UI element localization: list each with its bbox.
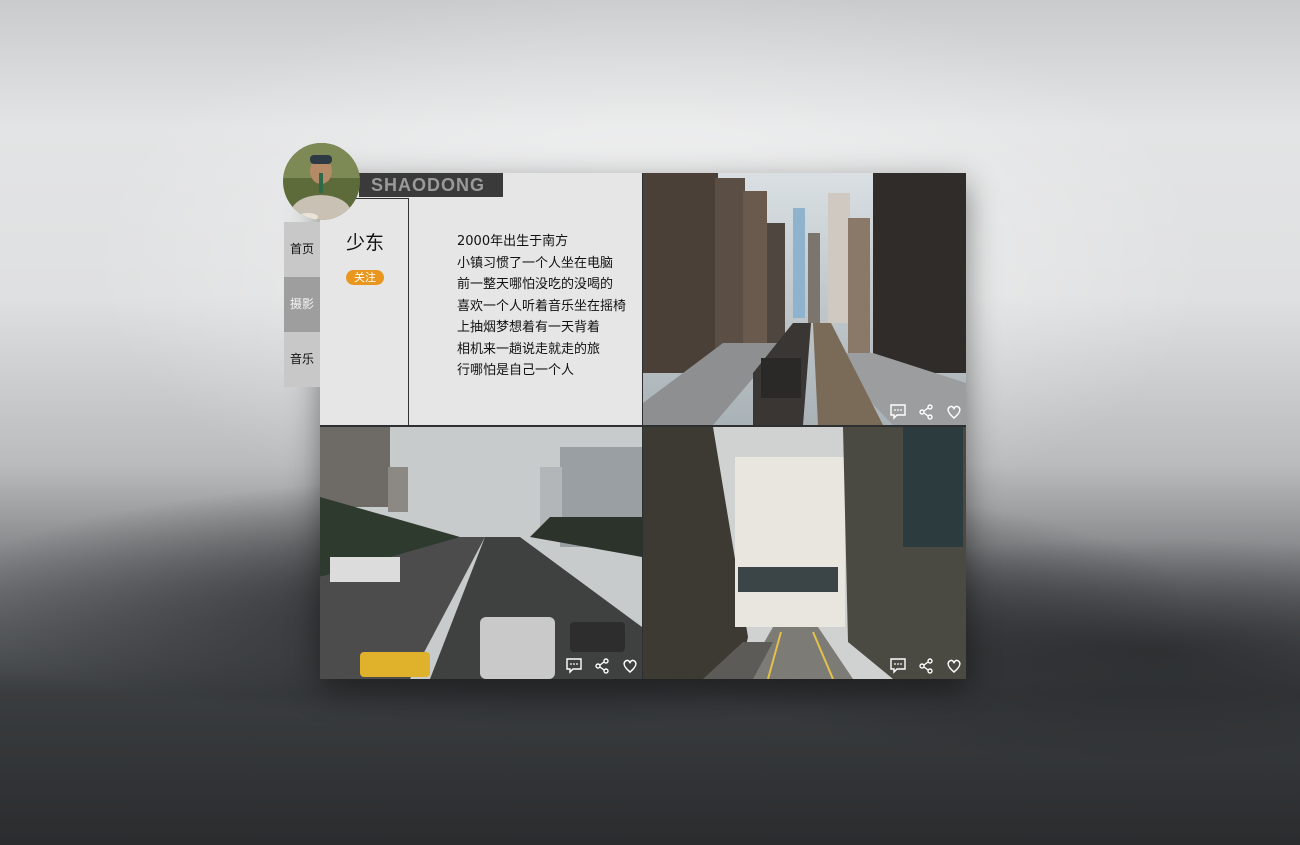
avatar[interactable] xyxy=(283,143,360,220)
nav-item-music[interactable]: 音乐 xyxy=(284,332,320,387)
photo-actions xyxy=(890,404,962,420)
divider-line xyxy=(408,198,409,425)
bio-line: 上抽烟梦想着有一天背着 xyxy=(457,320,601,335)
photo-image xyxy=(643,427,966,679)
photo-image xyxy=(320,427,642,679)
heart-icon[interactable] xyxy=(946,404,962,420)
profile-card: 少东 关注 2000年出生于南方 小镇习惯了一个人坐在电脑 前一整天哪怕没吃的没… xyxy=(320,173,966,679)
photo-highway[interactable] xyxy=(320,427,642,679)
heart-icon[interactable] xyxy=(622,658,638,674)
profile-panel: 少东 关注 2000年出生于南方 小镇习惯了一个人坐在电脑 前一整天哪怕没吃的没… xyxy=(320,173,642,425)
bio-line: 喜欢一个人听着音乐坐在摇椅 xyxy=(457,298,627,314)
profile-name: 少东 xyxy=(346,232,385,254)
comment-icon[interactable] xyxy=(566,658,582,674)
avatar-image xyxy=(283,143,360,220)
profile-bio: 2000年出生于南方 小镇习惯了一个人坐在电脑 前一整天哪怕没吃的没喝的 喜欢一… xyxy=(457,231,626,382)
heart-icon[interactable] xyxy=(946,658,962,674)
nav-item-photography[interactable]: 摄影 xyxy=(284,277,320,332)
bio-line: 相机来一趟说走就走的旅 xyxy=(457,341,601,357)
nav-item-home[interactable]: 首页 xyxy=(284,222,320,277)
bio-line: 行哪怕是自己一个人 xyxy=(457,363,575,378)
photo-image xyxy=(643,173,966,425)
share-icon[interactable] xyxy=(918,404,934,420)
photo-train[interactable] xyxy=(643,173,966,425)
share-icon[interactable] xyxy=(918,658,934,674)
bio-line: 2000年出生于南方 xyxy=(457,234,569,249)
follow-button[interactable]: 关注 xyxy=(346,270,384,285)
bio-line: 前一整天哪怕没吃的没喝的 xyxy=(457,277,614,292)
comment-icon[interactable] xyxy=(890,658,906,674)
brand-title: SHAODONG xyxy=(359,173,503,197)
comment-icon[interactable] xyxy=(890,404,906,420)
share-icon[interactable] xyxy=(594,658,610,674)
bio-line: 小镇习惯了一个人坐在电脑 xyxy=(457,255,614,271)
photo-actions xyxy=(566,658,638,674)
photo-street[interactable] xyxy=(643,427,966,679)
side-nav: 首页 摄影 音乐 xyxy=(284,222,320,387)
photo-actions xyxy=(890,658,962,674)
